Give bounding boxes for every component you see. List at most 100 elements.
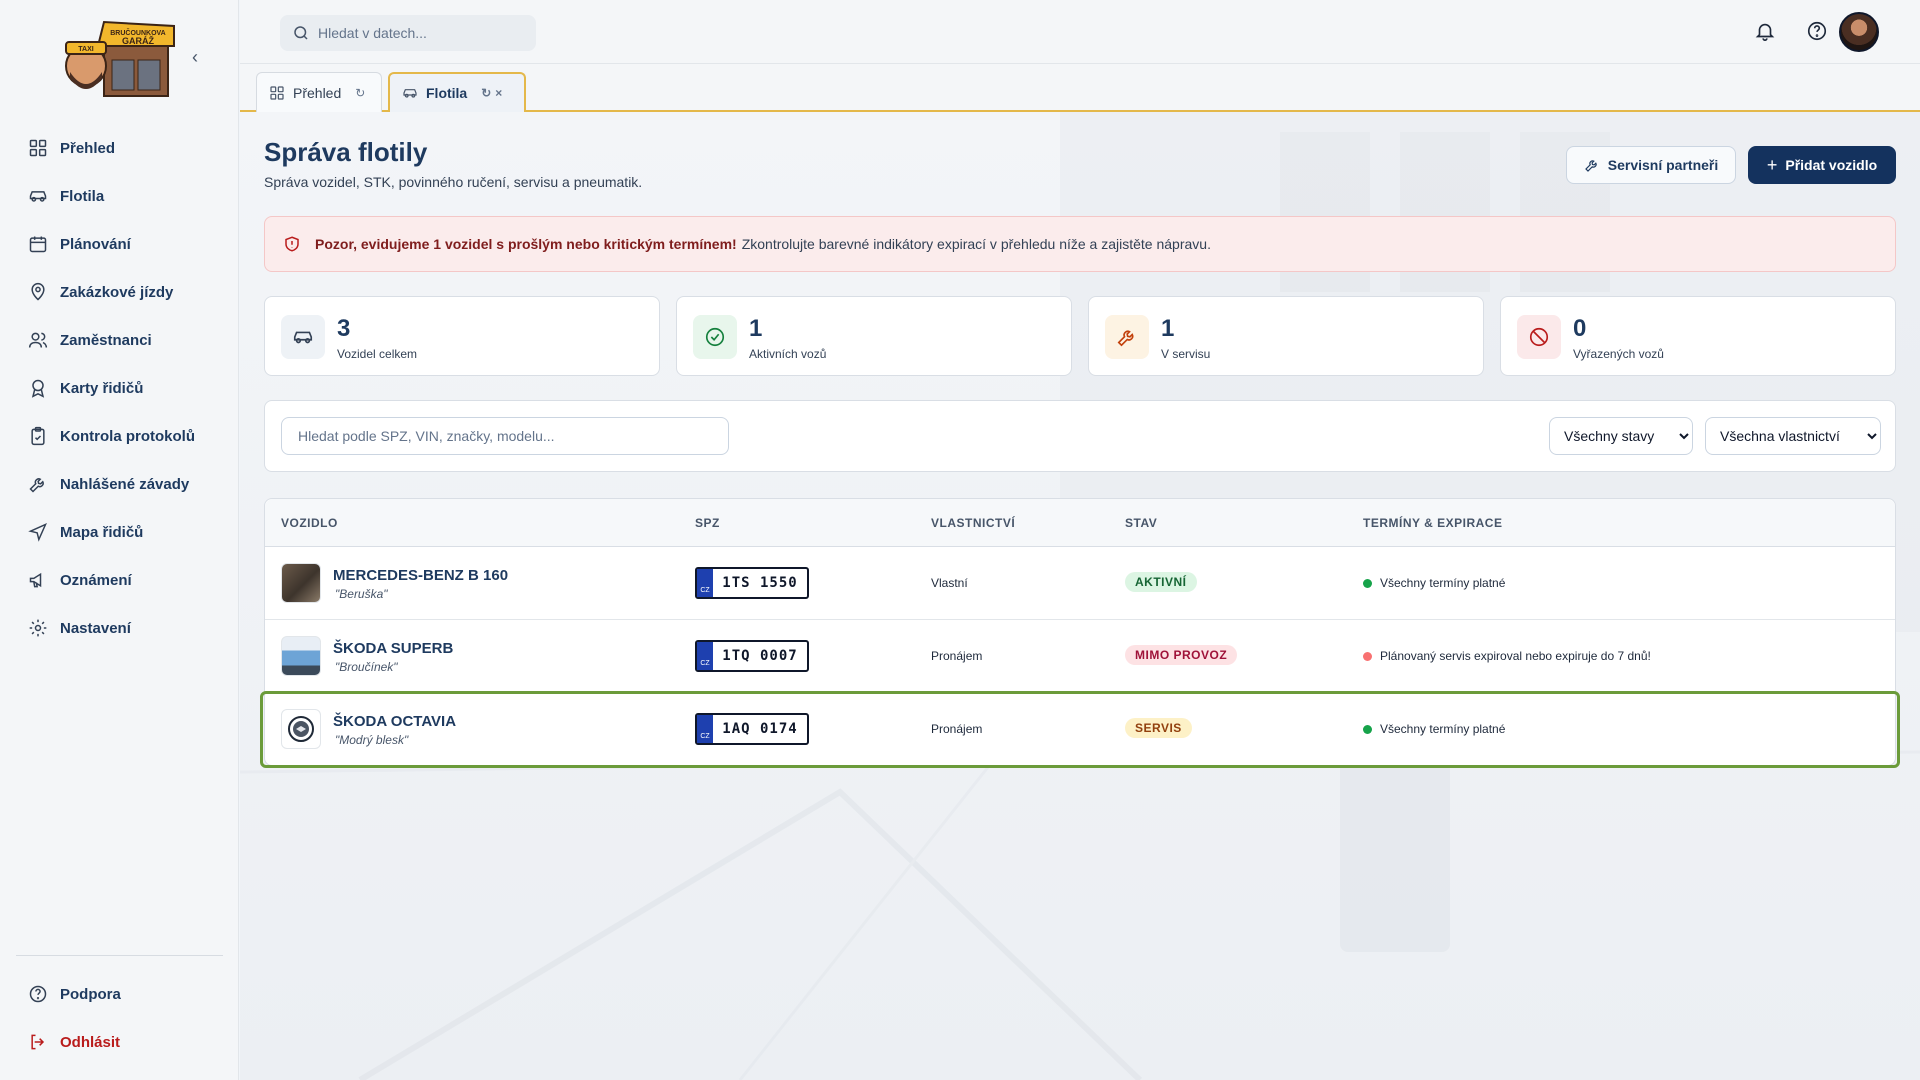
sidebar-item-label: Karty řidičů — [60, 379, 144, 397]
sidebar-item-prehled[interactable]: Přehled — [0, 124, 239, 172]
main-content: Správa flotily Správa vozidel, STK, povi… — [240, 112, 1920, 1080]
stat-value: 0 — [1573, 315, 1587, 342]
status-badge: SERVIS — [1125, 718, 1192, 738]
help-icon[interactable] — [1806, 20, 1828, 42]
brand-logo[interactable]: TAXI BRUČOUNKOVA GARÁŽ — [62, 16, 176, 100]
vehicle-thumbnail — [281, 709, 321, 749]
tab-bar: Přehled ↻ Flotila ↻ × — [240, 64, 1920, 112]
vehicle-thumbnail — [281, 563, 321, 603]
shield-alert-icon — [285, 236, 299, 252]
refresh-icon[interactable]: ↻ — [481, 86, 491, 100]
stat-value: 1 — [749, 315, 763, 342]
column-header-ownership[interactable]: VLASTNICTVÍ — [931, 516, 1015, 530]
page-title: Správa flotily — [264, 137, 428, 167]
sidebar-item-oznameni[interactable]: Oznámení — [0, 556, 239, 604]
table-header: VOZIDLO SPZ VLASTNICTVÍ STAV TERMÍNY & E… — [265, 499, 1895, 547]
vehicle-search-input[interactable] — [281, 417, 729, 455]
table-row[interactable]: ŠKODA SUPERB "Broučínek" CZ 1TQ 0007 Pro… — [265, 620, 1895, 693]
sidebar-item-label: Zakázkové jízdy — [60, 283, 174, 301]
logout-button[interactable]: Odhlásit — [0, 1018, 239, 1066]
sidebar-item-label: Nastavení — [60, 619, 131, 637]
refresh-icon[interactable]: ↻ — [355, 86, 365, 100]
stat-label: Vozidel celkem — [337, 347, 418, 361]
terms-status: Všechny termíny platné — [1363, 722, 1505, 736]
tab-prehled[interactable]: Přehled ↻ — [256, 72, 382, 112]
gear-icon — [29, 619, 47, 637]
status-dot — [1363, 651, 1372, 661]
global-search-input[interactable] — [318, 25, 518, 41]
sidebar-item-planovani[interactable]: Plánování — [0, 220, 239, 268]
badge-icon — [31, 379, 45, 398]
alert-bold-text: Pozor, evidujeme 1 vozidel s prošlým neb… — [315, 236, 737, 252]
sidebar: TAXI BRUČOUNKOVA GARÁŽ ‹ Přehled Flotila… — [0, 0, 239, 1080]
sidebar-item-label: Flotila — [60, 187, 105, 205]
car-icon — [293, 331, 313, 344]
plate-text: 1TS 1550 — [722, 575, 798, 591]
vehicle-name: ŠKODA SUPERB — [333, 640, 454, 657]
car-icon — [29, 191, 47, 202]
dashboard-icon — [270, 85, 284, 100]
license-plate: CZ 1TS 1550 — [695, 567, 809, 599]
service-partners-button[interactable]: Servisní partneři — [1566, 146, 1736, 184]
status-dot — [1363, 578, 1372, 588]
logout-label: Odhlásit — [60, 1033, 121, 1051]
map-pin-icon — [31, 282, 45, 301]
clipboard-check-icon — [31, 426, 45, 446]
license-plate: CZ 1TQ 0007 — [695, 640, 809, 672]
stat-icon-box — [1105, 315, 1149, 359]
close-icon[interactable]: × — [495, 86, 502, 100]
user-avatar[interactable] — [1839, 12, 1879, 52]
status-dot — [1363, 724, 1372, 734]
wrench-icon — [1117, 330, 1134, 347]
vehicle-nickname: "Beruška" — [335, 587, 388, 601]
sidebar-item-zakazkove-jizdy[interactable]: Zakázkové jízdy — [0, 268, 239, 316]
skoda-logo-icon — [288, 716, 314, 742]
expiry-alert: Pozor, evidujeme 1 vozidel s prošlým neb… — [264, 216, 1896, 272]
ownership-filter-select[interactable]: Všechna vlastnictví — [1705, 417, 1881, 455]
topbar — [240, 0, 1920, 64]
add-vehicle-button[interactable]: + Přidat vozidlo — [1748, 146, 1896, 184]
megaphone-icon — [29, 572, 42, 588]
terms-text: Všechny termíny platné — [1380, 576, 1506, 590]
sidebar-item-mapa-ridicu[interactable]: Mapa řidičů — [0, 508, 239, 556]
service-partners-label: Servisní partneři — [1607, 157, 1719, 173]
ownership-value: Pronájem — [931, 722, 983, 736]
sidebar-item-label: Kontrola protokolů — [60, 427, 195, 445]
collapse-sidebar-icon[interactable]: ‹ — [192, 48, 210, 66]
vehicle-name: ŠKODA OCTAVIA — [333, 713, 457, 730]
sidebar-item-nahlasene-zavady[interactable]: Nahlášené závady — [0, 460, 239, 508]
add-vehicle-label: Přidat vozidlo — [1785, 157, 1878, 173]
dashboard-icon — [29, 139, 47, 157]
plus-icon: + — [1766, 154, 1778, 175]
calendar-icon — [29, 236, 47, 253]
sidebar-item-label: Mapa řidičů — [60, 523, 144, 541]
sidebar-item-karty-ridicu[interactable]: Karty řidičů — [0, 364, 239, 412]
status-filter-select[interactable]: Všechny stavy — [1549, 417, 1693, 455]
global-search[interactable] — [280, 15, 536, 51]
notifications-icon[interactable] — [1754, 20, 1776, 42]
table-row[interactable]: MERCEDES-BENZ B 160 "Beruška" CZ 1TS 155… — [265, 547, 1895, 620]
column-header-vehicle[interactable]: VOZIDLO — [281, 516, 338, 530]
plate-text: 1TQ 0007 — [722, 648, 798, 664]
table-row[interactable]: ŠKODA OCTAVIA "Modrý blesk" CZ 1AQ 0174 … — [260, 691, 1900, 768]
sidebar-item-zamestnanci[interactable]: Zaměstnanci — [0, 316, 239, 364]
plate-country: CZ — [697, 642, 713, 670]
logout-icon — [31, 1034, 45, 1050]
column-header-terms[interactable]: TERMÍNY & EXPIRACE — [1363, 516, 1502, 530]
logo-sign: TAXI — [78, 46, 93, 53]
ownership-value: Vlastní — [931, 576, 968, 590]
navigation-icon — [28, 523, 47, 542]
sidebar-item-flotila[interactable]: Flotila — [0, 172, 239, 220]
sidebar-item-podpora[interactable]: Podpora — [0, 970, 239, 1018]
stat-card-retired: 0 Vyřazených vozů — [1500, 296, 1896, 376]
column-header-plate[interactable]: SPZ — [695, 516, 720, 530]
sidebar-item-label: Oznámení — [60, 571, 132, 589]
check-circle-icon — [705, 327, 725, 347]
sidebar-item-nastaveni[interactable]: Nastavení — [0, 604, 239, 652]
vehicle-nickname: "Modrý blesk" — [335, 733, 409, 747]
tab-flotila[interactable]: Flotila ↻ × — [388, 72, 526, 112]
column-header-status[interactable]: STAV — [1125, 516, 1157, 530]
sidebar-item-label: Plánování — [60, 235, 131, 253]
sidebar-bottom-nav: Podpora Odhlásit — [0, 970, 239, 1066]
sidebar-item-kontrola-protokolu[interactable]: Kontrola protokolů — [0, 412, 239, 460]
